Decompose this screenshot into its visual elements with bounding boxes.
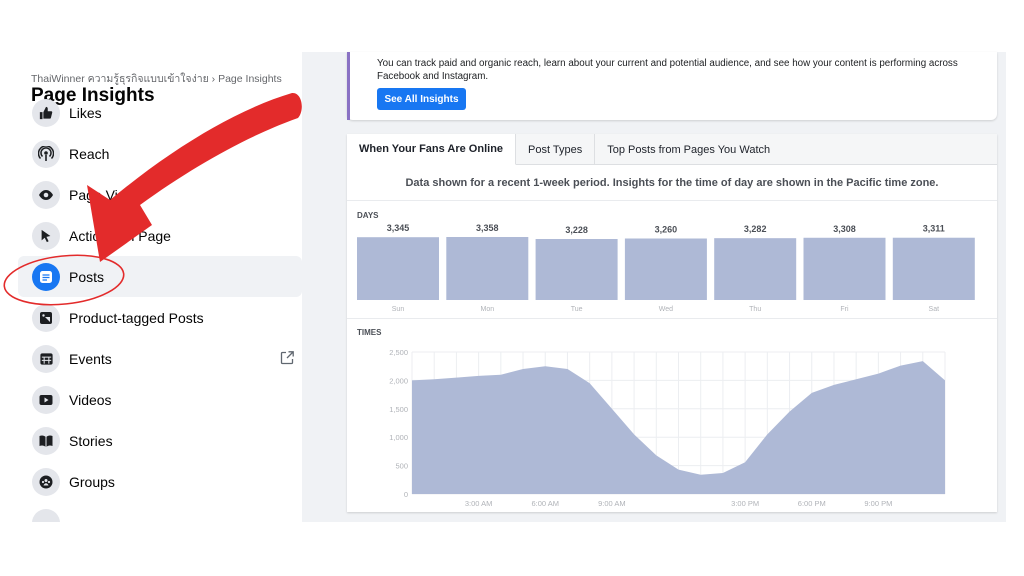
sidebar-item-label: Posts (69, 268, 105, 285)
cursor-icon (32, 221, 60, 250)
eye-icon (32, 180, 60, 209)
sidebar-item-label: Groups (69, 473, 115, 490)
sidebar-item-label: Page Views (69, 186, 143, 203)
more-icon (32, 508, 60, 522)
banner-accent-bar (347, 52, 350, 120)
posts-icon (32, 262, 60, 291)
day-category-label: Mon (480, 306, 494, 313)
sidebar-item-actions-on-page[interactable]: Actions on Page (18, 215, 302, 256)
day-bar (714, 238, 797, 300)
tab-when-fans-online[interactable]: When Your Fans Are Online (347, 134, 517, 165)
day-category-label: Sat (929, 306, 940, 313)
sidebar-item-page-views[interactable]: Page Views (18, 174, 302, 215)
day-value-label: 3,260 (655, 225, 678, 235)
x-tick-label: 3:00 AM (465, 499, 493, 508)
external-link-icon[interactable] (279, 350, 295, 371)
chart-divider (347, 318, 997, 319)
y-tick-label: 0 (404, 490, 408, 499)
thumbs-up-icon (32, 98, 60, 127)
tab-top-posts[interactable]: Top Posts from Pages You Watch (595, 134, 782, 165)
sidebar-item-posts[interactable]: Posts (18, 256, 302, 297)
x-tick-label: 9:00 PM (864, 499, 892, 508)
x-tick-label: 6:00 PM (798, 499, 826, 508)
sidebar-item-product-tagged-posts[interactable]: Product-tagged Posts (18, 297, 302, 338)
tag-icon (32, 303, 60, 332)
x-tick-label: 3:00 PM (731, 499, 759, 508)
sidebar-item-label: Reach (69, 145, 110, 162)
banner-description: You can track paid and organic reach, le… (377, 58, 958, 82)
groups-icon (32, 467, 60, 496)
x-tick-label: 6:00 AM (531, 499, 559, 508)
timezone-notice: Data shown for a recent 1-week period. I… (347, 165, 997, 201)
sidebar-item-likes[interactable]: Likes (18, 92, 302, 133)
day-bar (357, 237, 439, 300)
sidebar-item-label: Videos (69, 391, 112, 408)
day-value-label: 3,282 (744, 224, 767, 234)
sidebar-item-label: Likes (69, 104, 102, 121)
sidebar-item-partial[interactable] (18, 502, 302, 522)
book-icon (32, 426, 60, 455)
times-chart-title: TIMES (357, 328, 382, 337)
day-category-label: Tue (571, 306, 583, 313)
sidebar-item-label: Events (69, 350, 112, 367)
day-bar (803, 237, 886, 300)
day-bar (535, 239, 618, 300)
broadcast-icon (32, 139, 60, 168)
day-category-label: Thu (749, 306, 761, 313)
day-category-label: Sun (392, 306, 405, 313)
tab-post-types[interactable]: Post Types (516, 134, 596, 165)
sidebar-item-label: Actions on Page (69, 227, 171, 244)
y-tick-label: 2,500 (389, 348, 408, 357)
sidebar-item-events[interactable]: Events (18, 338, 302, 379)
day-value-label: 3,228 (565, 225, 588, 235)
sidebar-item-reach[interactable]: Reach (18, 133, 302, 174)
sidebar-item-stories[interactable]: Stories (18, 420, 302, 461)
see-all-insights-button[interactable]: See All Insights (377, 88, 466, 110)
sidebar: ThaiWinner ความรู้ธุรกิจแบบเข้าใจง่าย › … (18, 52, 302, 522)
day-value-label: 3,345 (387, 223, 410, 233)
insights-tab-bar: When Your Fans Are Online Post Types Top… (347, 134, 997, 165)
day-value-label: 3,311 (923, 224, 945, 234)
y-tick-label: 1,500 (389, 405, 408, 414)
sidebar-nav: Likes Reach Page Views Actions on Page P… (18, 98, 302, 522)
fans-online-card: When Your Fans Are Online Post Types Top… (347, 134, 997, 512)
sidebar-item-groups[interactable]: Groups (18, 461, 302, 502)
day-category-label: Wed (659, 306, 673, 313)
y-tick-label: 1,000 (389, 433, 408, 442)
day-bar (446, 237, 529, 300)
times-area-chart: 0 500 1,000 1,500 2,000 2,500 3:00 AM 6:00 AM 9:… (389, 348, 946, 508)
calendar-icon (32, 344, 60, 373)
day-value-label: 3,308 (833, 224, 856, 234)
sidebar-item-label: Product-tagged Posts (69, 309, 204, 326)
play-icon (32, 385, 60, 414)
day-category-label: Fri (840, 306, 849, 313)
sidebar-item-videos[interactable]: Videos (18, 379, 302, 420)
days-bar-chart: 3,345 Sun 3,358 Mon 3,228 Tue 3,260 Wed 3,282 Thu… (357, 223, 975, 313)
x-tick-label: 9:00 AM (598, 499, 626, 508)
y-tick-label: 2,000 (389, 376, 408, 385)
sidebar-item-label: Stories (69, 432, 113, 449)
insights-banner: You can track paid and organic reach, le… (347, 52, 997, 120)
day-bar (892, 237, 975, 300)
y-tick-label: 500 (395, 462, 408, 471)
day-value-label: 3,358 (476, 223, 499, 233)
day-bar (624, 238, 707, 300)
